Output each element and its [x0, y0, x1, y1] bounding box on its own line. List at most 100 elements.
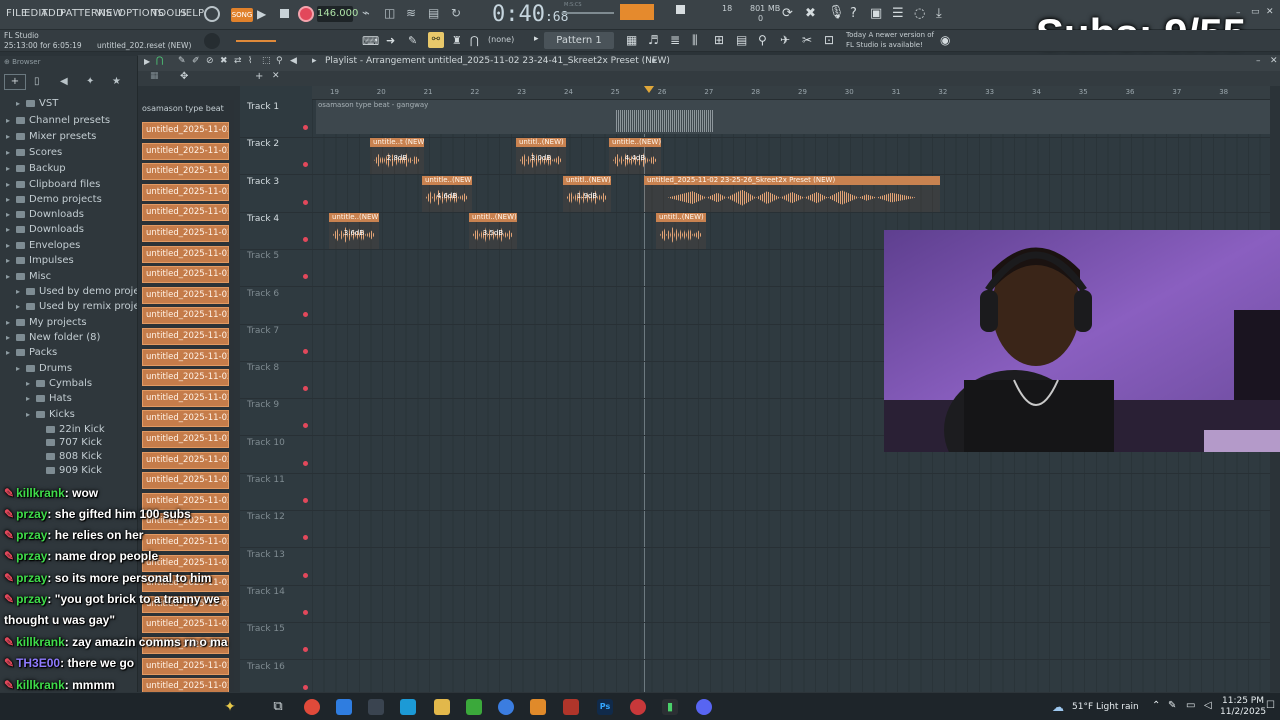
pattern-item[interactable]: untitled_2025-11-02 23- — [142, 348, 229, 366]
photoshop-icon[interactable]: Ps — [597, 699, 613, 715]
expand-caret-icon[interactable]: ▸ — [16, 361, 26, 376]
link-icon[interactable]: ⚯ — [428, 32, 444, 48]
browser-item[interactable]: ▸ Kicks — [26, 407, 75, 422]
track-mute-dot[interactable] — [303, 684, 308, 690]
wait-input-icon[interactable]: ◫ — [384, 6, 395, 20]
track-header[interactable]: Track 10 — [240, 438, 306, 448]
discord-icon[interactable] — [696, 699, 712, 715]
track-header[interactable]: Track 2 — [240, 139, 306, 149]
playlist-slip-icon[interactable]: ⇄ — [234, 56, 242, 66]
playlist-slice-icon[interactable]: ⌇ — [248, 56, 252, 66]
browser-plugin-icon[interactable]: ✦ — [86, 76, 94, 87]
track-mute-dot[interactable] — [303, 348, 308, 354]
pattern-picker-icon[interactable]: ✥ — [180, 71, 188, 82]
browser-item[interactable]: 808 Kick — [36, 449, 102, 464]
track-mute-dot[interactable] — [303, 498, 308, 503]
browser-item[interactable]: ▸ Mixer presets — [6, 129, 96, 144]
tray-chevron-icon[interactable]: ⌃ — [1152, 700, 1160, 711]
browser-item[interactable]: ▸ Envelopes — [6, 238, 80, 253]
audio-clip[interactable]: untitl..(NEW) 1.9dB — [563, 175, 611, 212]
browser-item[interactable]: ▸ Downloads — [6, 207, 84, 222]
track-header[interactable]: Track 8 — [240, 363, 306, 373]
chat-username[interactable]: killkrank — [16, 486, 65, 500]
expand-caret-icon[interactable]: ▸ — [26, 391, 36, 406]
playlist-zoom-icon[interactable]: ⚲ — [276, 56, 283, 66]
track-mute-dot[interactable] — [303, 125, 308, 130]
expand-caret-icon[interactable]: ▸ — [6, 161, 16, 176]
clock-date[interactable]: 11/2/2025 — [1220, 707, 1266, 717]
playlist-menu-icon[interactable]: ▸ — [312, 56, 317, 66]
stamp-icon[interactable]: ♜ — [452, 34, 462, 47]
task-view-icon[interactable]: ⧉ — [270, 699, 286, 715]
chat-username[interactable]: TH3E00 — [16, 656, 60, 670]
pattern-item[interactable]: untitled_2025-11-02 23- — [142, 307, 229, 325]
browser-item[interactable]: 909 Kick — [36, 463, 102, 478]
track-header[interactable]: Track 9 — [240, 400, 306, 410]
pen-icon[interactable]: ✎ — [1168, 700, 1176, 711]
master-volume-slider[interactable] — [562, 12, 614, 14]
track-mute-dot[interactable] — [303, 236, 308, 242]
weather-icon[interactable]: ☁ — [1052, 700, 1064, 714]
online-icon[interactable]: ◉ — [940, 33, 950, 47]
playlist-play-icon[interactable]: ▶ — [144, 57, 150, 66]
expand-caret-icon[interactable]: ▸ — [6, 129, 16, 144]
audio-clip[interactable]: untitle..t (NEW) 2.8dB — [370, 138, 424, 175]
expand-caret-icon[interactable]: ▸ — [6, 113, 16, 128]
timeline-ruler[interactable]: 19 20 21 22 23 24 25 26 27 28 29 30 31 32 33 34 35 36 37 38 — [312, 86, 1270, 100]
plugin-icon[interactable]: ✖ — [805, 6, 816, 21]
expand-caret-icon[interactable]: ▸ — [6, 222, 16, 237]
plugin-database-icon[interactable]: ⚲ — [758, 33, 767, 47]
close-icon[interactable]: ✕ — [1266, 7, 1274, 17]
playlist-paint-icon[interactable]: ✐ — [192, 56, 200, 66]
expand-caret-icon[interactable]: ▸ — [6, 145, 16, 160]
track-header[interactable]: Track 5 — [240, 251, 306, 261]
code-icon[interactable] — [368, 699, 384, 715]
chat-username[interactable]: killkrank — [16, 678, 65, 692]
network-icon[interactable]: ▭ — [1186, 700, 1195, 711]
browser-item[interactable]: ▸ Scores — [6, 145, 62, 160]
scroll-left-icon[interactable]: ▦ — [150, 71, 159, 81]
help-icon[interactable]: ? — [850, 6, 857, 21]
file-explorer-icon[interactable] — [434, 699, 450, 715]
expand-caret-icon[interactable]: ▸ — [6, 253, 16, 268]
pattern-item[interactable]: untitled_2025-11-02 23- — [142, 225, 229, 242]
track-mute-dot[interactable] — [303, 162, 308, 168]
main-volume-slider[interactable] — [236, 40, 276, 42]
track-mute-dot[interactable] — [303, 572, 308, 578]
pattern-item[interactable]: untitled_2025-11-02 23- — [142, 410, 229, 428]
track-mute-dot[interactable] — [303, 647, 308, 653]
browser-item[interactable]: ▸ Channel presets — [6, 113, 110, 128]
project-picker-icon[interactable]: ▤ — [736, 33, 747, 47]
browser-speaker-icon[interactable]: ◀ — [60, 76, 68, 87]
volume-icon[interactable]: ◁ — [1204, 700, 1212, 711]
playlist-minimize-icon[interactable]: – — [1256, 56, 1261, 66]
shop-icon[interactable]: ⊡ — [824, 33, 834, 47]
metronome-icon[interactable]: ⌁ — [362, 6, 370, 21]
track-header[interactable]: Track 3 — [240, 177, 306, 187]
arrow-right-icon[interactable]: ➜ — [386, 34, 395, 47]
channel-rack-icon[interactable]: ≣ — [670, 33, 680, 47]
track-mute-dot[interactable] — [303, 535, 308, 541]
browser-item[interactable]: ▸ Used by demo projects — [16, 284, 137, 299]
playlist-playback-icon[interactable]: ◀ — [290, 56, 297, 66]
pattern-arrow-icon[interactable]: ▸ — [534, 34, 539, 44]
chat-username[interactable]: przay — [16, 528, 47, 542]
notification-icon[interactable]: ☐ — [1266, 700, 1275, 711]
spreadsheet-icon[interactable] — [563, 699, 579, 715]
loop-record-icon[interactable]: ↻ — [451, 6, 461, 20]
mixer-icon[interactable]: ☰ — [892, 6, 904, 21]
browser-item[interactable]: ▸ Cymbals — [26, 376, 92, 391]
playlist-select-icon[interactable]: ⬚ — [262, 56, 271, 66]
refresh-icon[interactable]: ⟳ — [782, 6, 793, 21]
store-icon[interactable] — [336, 699, 352, 715]
chat-username[interactable]: przay — [16, 592, 47, 606]
keyboard-icon[interactable]: ⌨ — [362, 34, 379, 48]
breadcrumb-arrow-icon[interactable]: ▸ — [652, 56, 657, 66]
tuner-icon[interactable]: ✈ — [780, 33, 790, 47]
add-track-icon[interactable]: + — [255, 71, 263, 82]
track-header[interactable]: Track 4 — [240, 214, 306, 224]
chat-username[interactable]: przay — [16, 549, 47, 563]
browser-item[interactable]: ▸ Backup — [6, 161, 66, 176]
pattern-item[interactable]: untitled_2025-11-02 23- — [142, 451, 229, 469]
track-header[interactable]: Track 7 — [240, 326, 306, 336]
